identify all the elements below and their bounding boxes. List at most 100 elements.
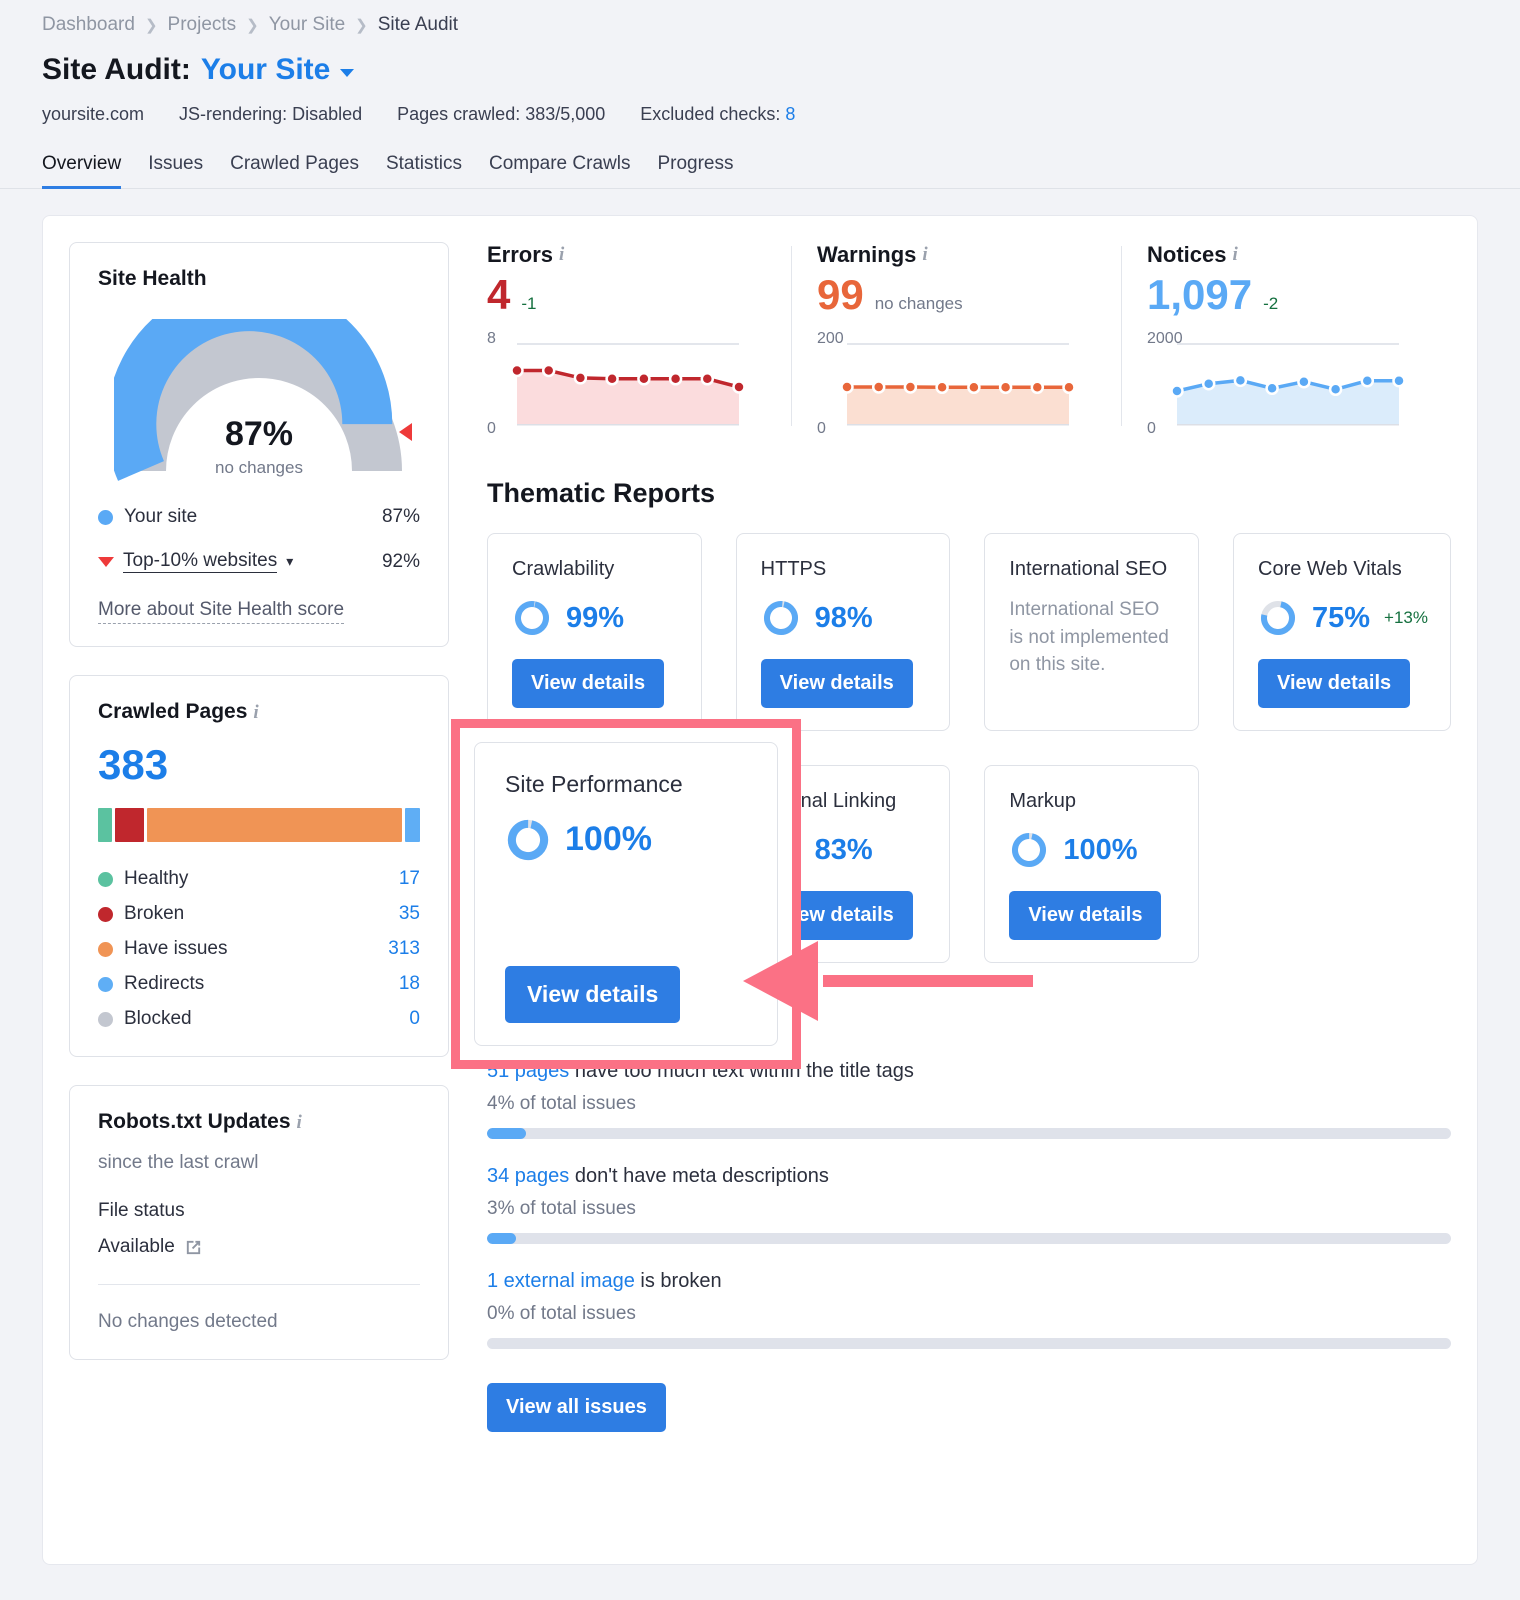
legend-value[interactable]: 35 (399, 903, 420, 925)
thematic-card-score: 100% (1009, 830, 1176, 870)
robots-file-status-label: File status (98, 1200, 185, 1221)
donut-progress-icon (763, 601, 798, 636)
divider (98, 1284, 420, 1285)
view-details-button[interactable]: View details (505, 966, 681, 1023)
view-details-button[interactable]: View details (512, 659, 665, 708)
top-issues-list: 51 pages have too much text within the t… (483, 1060, 1451, 1349)
thematic-card-percent: 83% (814, 833, 873, 866)
stat-sparkline: 2000 0 (1147, 330, 1425, 437)
legend-value[interactable]: 313 (388, 938, 420, 960)
issue-share: 4% of total issues (487, 1093, 636, 1114)
legend-dot-icon (98, 941, 113, 957)
crawled-pages-stacked-bar (98, 808, 420, 842)
excluded-checks-value[interactable]: 8 (785, 104, 795, 124)
tab-progress[interactable]: Progress (657, 153, 733, 189)
issue-link[interactable]: 34 pages (487, 1165, 569, 1187)
site-health-card: Site Health 87% no changes Your site 87%… (69, 242, 449, 647)
view-details-button[interactable]: View details (760, 659, 913, 708)
legend-value[interactable]: 0 (409, 1008, 420, 1030)
gauge-center-label: 87% no changes (114, 417, 404, 478)
more-about-site-health-link[interactable]: More about Site Health score (98, 599, 345, 624)
thematic-card-percent: 98% (814, 601, 873, 634)
legend-dot-icon (98, 1011, 113, 1027)
thematic-card-score: 75% +13% (1258, 598, 1428, 638)
crawled-pages-legend: Healthy 17 Broken 35 Have issues 313 Redirects… (98, 868, 420, 1030)
info-icon[interactable]: i (253, 702, 258, 724)
legend-label: Have issues (124, 938, 228, 959)
issue-stats-row: Errors i 4 -1 8 0 Warnings i 99 no changes 200 0 Not… (483, 242, 1451, 437)
chevron-down-icon[interactable]: ▾ (286, 553, 293, 570)
breadcrumb: Dashboard ❯ Projects ❯ Your Site ❯ Site … (42, 14, 1478, 36)
thematic-card-score: 98% (761, 598, 928, 638)
stat-value: 4 (487, 271, 511, 318)
issue-share: 3% of total issues (487, 1198, 636, 1219)
breadcrumb-item-projects[interactable]: Projects (168, 14, 237, 36)
legend-label: Blocked (124, 1008, 192, 1029)
legend-dot-icon (98, 871, 113, 887)
stacked-bar-segment (405, 808, 420, 842)
legend-item-your-site: Your site 87% (98, 506, 420, 528)
stat-value-row: 99 no changes (817, 274, 1095, 316)
stacked-bar-segment (146, 808, 403, 842)
site-performance-card[interactable]: Site Performance 100% View details (474, 742, 778, 1046)
stat-sparkline: 80 (487, 330, 765, 437)
donut-progress-icon (507, 819, 549, 860)
meta-domain: yoursite.com (42, 104, 145, 124)
tab-statistics[interactable]: Statistics (386, 153, 462, 189)
thematic-card-core-web-vitals[interactable]: Core Web Vitals 75% +13% View details (1233, 533, 1451, 731)
robots-file-status-value: Available (98, 1236, 175, 1257)
view-all-issues-button[interactable]: View all issues (487, 1383, 666, 1432)
crawled-pages-legend-item: Redirects 18 (98, 973, 420, 995)
legend-dot-icon (98, 906, 113, 922)
project-selector-label[interactable]: Your Site (201, 53, 330, 87)
thematic-card-crawlability[interactable]: Crawlability 99% View details (487, 533, 702, 731)
stat-value-row: 1,097 -2 (1147, 274, 1425, 316)
info-icon[interactable]: i (559, 244, 564, 266)
breadcrumb-item-dashboard[interactable]: Dashboard (42, 14, 135, 36)
legend-value[interactable]: 18 (399, 973, 420, 995)
legend-label: Redirects (124, 973, 205, 994)
tab-compare-crawls[interactable]: Compare Crawls (489, 153, 630, 189)
legend-item-top-10-websites[interactable]: Top-10% websites ▾ 92% (98, 550, 420, 573)
stat-value: 1,097 (1147, 271, 1253, 318)
view-details-button[interactable]: View details (1258, 659, 1411, 708)
view-details-button[interactable]: View details (1009, 891, 1162, 940)
stat-title: Warnings i (817, 242, 928, 267)
legend-label: Healthy (124, 868, 189, 889)
tab-issues[interactable]: Issues (148, 153, 203, 189)
robots-txt-subtitle: since the last crawl (98, 1152, 259, 1173)
issue-progress-bar (487, 1233, 1451, 1244)
page-title: Site Audit: Your Site (42, 53, 1478, 87)
legend-dot-icon (98, 509, 113, 525)
thematic-card-title: International SEO (1009, 558, 1168, 580)
info-icon[interactable]: i (922, 244, 927, 266)
thematic-card-title: HTTPS (760, 558, 827, 580)
thematic-card-percent: 99% (566, 601, 625, 634)
tab-overview[interactable]: Overview (42, 153, 122, 189)
info-icon[interactable]: i (297, 1112, 302, 1134)
legend-label[interactable]: Top-10% websites (123, 550, 278, 573)
legend-value[interactable]: 17 (399, 868, 420, 890)
info-icon[interactable]: i (1232, 244, 1237, 266)
stat-title: Notices i (1147, 242, 1238, 267)
issue-item: 34 pages don't have meta descriptions 3% … (487, 1165, 1451, 1244)
thematic-card-international-seo[interactable]: International SEO International SEO is no… (984, 533, 1199, 731)
triangle-down-icon (98, 556, 114, 567)
meta-pages-crawled: Pages crawled: 383/5,000 (397, 104, 606, 124)
robots-file-status-value-row: Available (98, 1236, 420, 1258)
issue-progress-bar (487, 1338, 1451, 1349)
chevron-down-icon[interactable] (340, 69, 355, 77)
breadcrumb-item-your-site[interactable]: Your Site (269, 14, 345, 36)
tab-crawled-pages[interactable]: Crawled Pages (230, 153, 359, 189)
thematic-card-title: Core Web Vitals (1258, 558, 1402, 580)
external-link-icon[interactable] (184, 1238, 203, 1257)
thematic-card-markup[interactable]: Markup 100% View details (984, 765, 1199, 963)
thematic-card-https[interactable]: HTTPS 98% View details (735, 533, 951, 731)
issue-share: 0% of total issues (487, 1303, 636, 1324)
breadcrumb-separator-icon: ❯ (355, 17, 368, 34)
issue-text: 1 external image is broken (487, 1270, 1451, 1293)
robots-txt-card: Robots.txt Updates i since the last crawl… (69, 1085, 449, 1360)
legend-label: Broken (124, 903, 185, 924)
issue-link[interactable]: 1 external image (487, 1270, 635, 1292)
stat-delta: -1 (521, 294, 537, 313)
